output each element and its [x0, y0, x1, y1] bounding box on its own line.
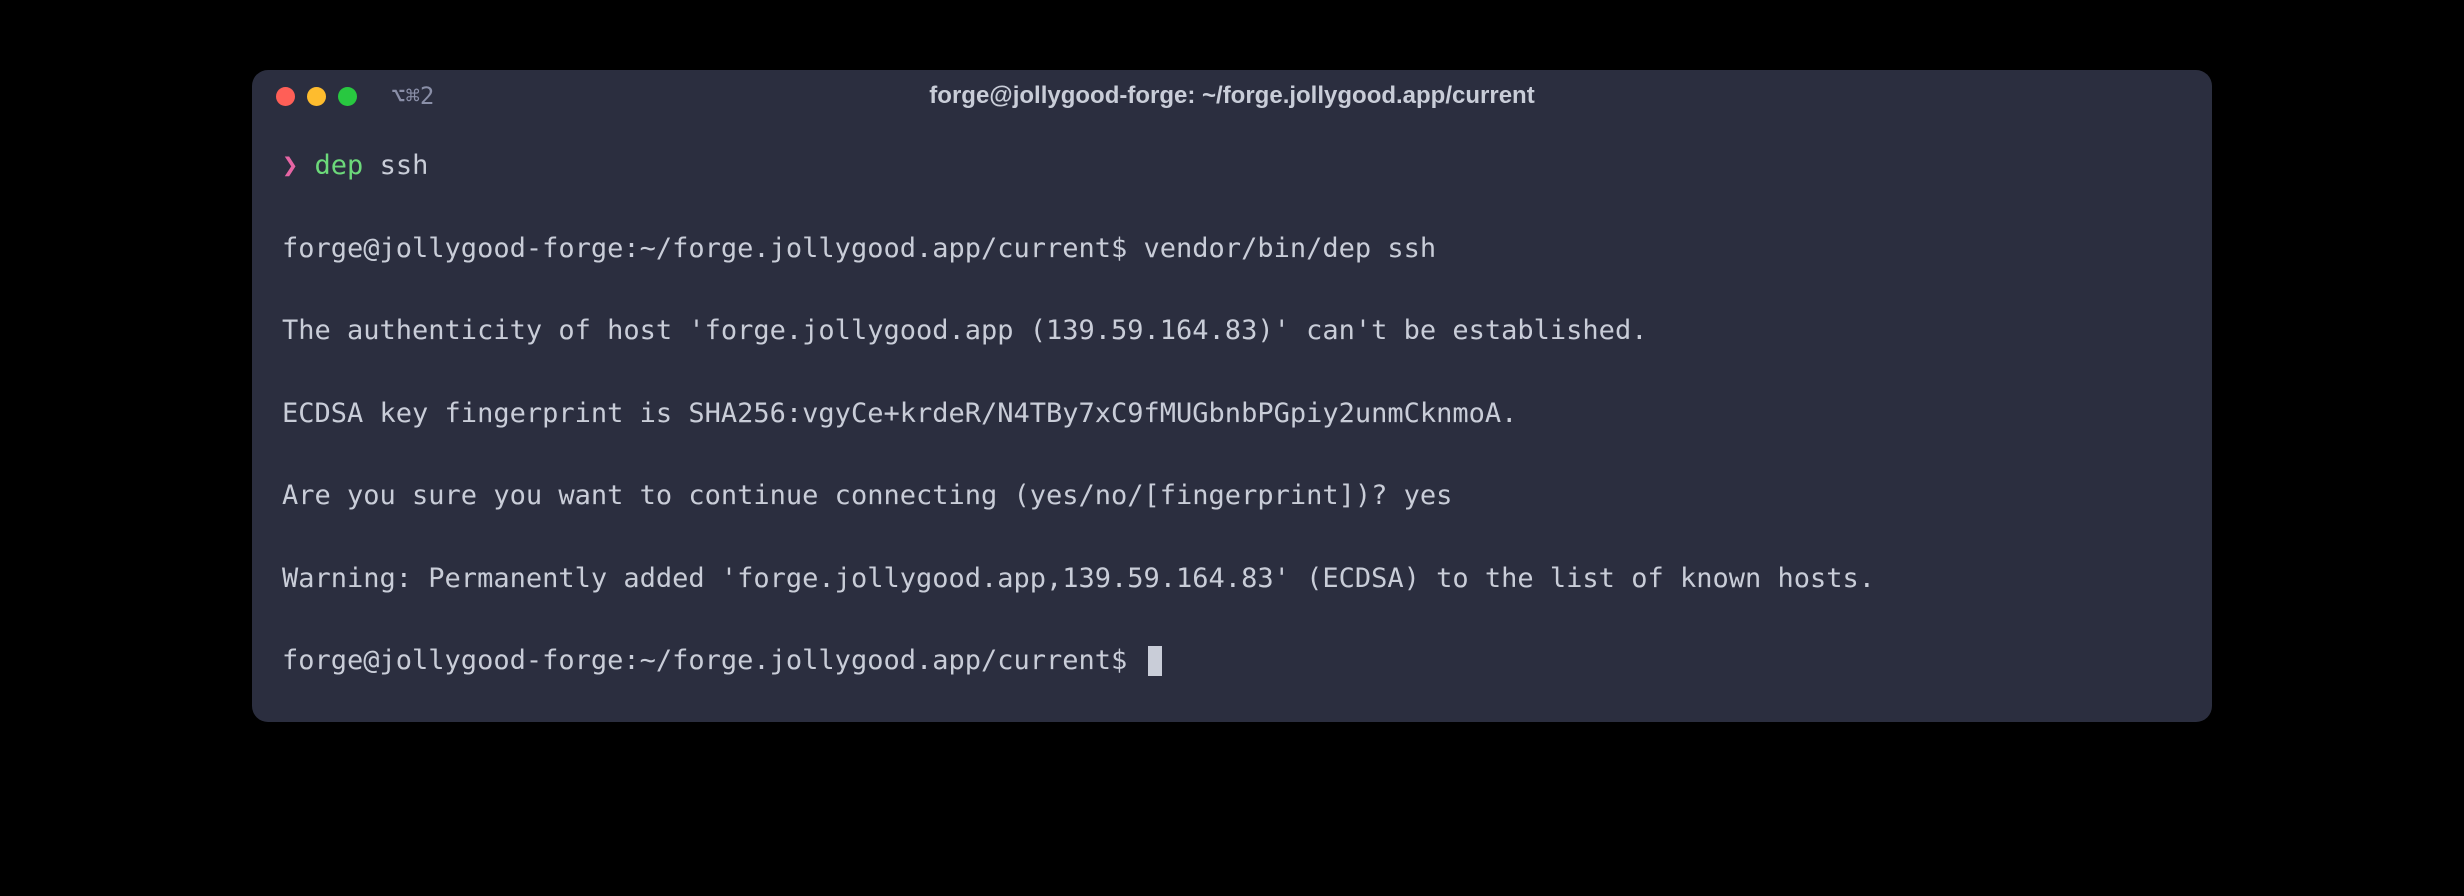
output-line: ECDSA key fingerprint is SHA256:vgyCe+kr…: [282, 394, 2182, 435]
terminal-window: ⌥⌘2 forge@jollygood-forge: ~/forge.jolly…: [252, 70, 2212, 722]
shell-prompt: forge@jollygood-forge:~/forge.jollygood.…: [282, 645, 1144, 676]
prompt-line: ❯ dep ssh: [282, 146, 2182, 187]
close-icon[interactable]: [276, 87, 295, 106]
terminal-body[interactable]: ❯ dep ssh forge@jollygood-forge:~/forge.…: [252, 122, 2212, 722]
prompt-line-active: forge@jollygood-forge:~/forge.jollygood.…: [282, 641, 2182, 682]
maximize-icon[interactable]: [338, 87, 357, 106]
window-controls: [276, 87, 357, 106]
tab-indicator: ⌥⌘2: [391, 82, 434, 110]
command-arg: ssh: [380, 150, 429, 181]
minimize-icon[interactable]: [307, 87, 326, 106]
command-name: dep: [315, 150, 364, 181]
output-line: forge@jollygood-forge:~/forge.jollygood.…: [282, 229, 2182, 270]
prompt-arrow: ❯: [282, 150, 298, 181]
output-line: Warning: Permanently added 'forge.jollyg…: [282, 559, 2182, 600]
output-line: Are you sure you want to continue connec…: [282, 476, 2182, 517]
title-bar: ⌥⌘2 forge@jollygood-forge: ~/forge.jolly…: [252, 70, 2212, 122]
window-title: forge@jollygood-forge: ~/forge.jollygood…: [929, 82, 1534, 110]
cursor-icon: [1148, 646, 1162, 676]
output-line: The authenticity of host 'forge.jollygoo…: [282, 311, 2182, 352]
